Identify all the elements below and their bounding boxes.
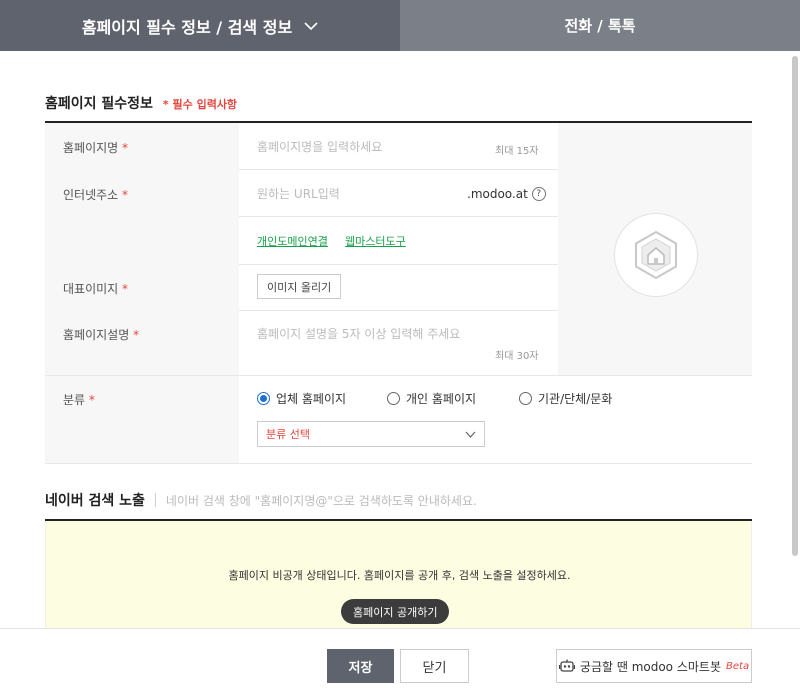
house-icon <box>635 230 677 280</box>
naver-search-header: 네이버 검색 노출 네이버 검색 창에 "홈페이지명@"으로 검색하도록 안내하… <box>45 490 477 510</box>
top-tabs: 홈페이지 필수 정보 / 검색 정보 전화 / 톡톡 <box>0 0 800 51</box>
url-input[interactable]: 원하는 URL입력 <box>257 185 340 202</box>
tab-required-info-label: 홈페이지 필수 정보 / 검색 정보 <box>81 17 293 37</box>
upload-image-button[interactable]: 이미지 올리기 <box>257 274 342 299</box>
beta-badge: Beta <box>726 660 750 672</box>
radio-personal[interactable]: 개인 홈페이지 <box>387 390 476 407</box>
smartbot-label: 궁금할 땐 modoo 스마트봇 <box>579 659 722 674</box>
row-divider <box>239 169 558 170</box>
category-label: 분류 * <box>63 393 95 407</box>
radio-checked-icon <box>257 392 270 405</box>
save-button[interactable]: 저장 <box>327 649 394 683</box>
radio-business[interactable]: 업체 홈페이지 <box>257 390 346 407</box>
tab-phone-talk[interactable]: 전화 / 톡톡 <box>400 0 800 51</box>
url-domain: .modoo.at ? <box>467 187 546 201</box>
required-note: * 필수 입력사항 <box>162 98 238 111</box>
url-label: 인터넷주소 * <box>63 188 129 202</box>
robot-icon <box>558 659 575 672</box>
row-divider <box>239 264 558 265</box>
radio-organization[interactable]: 기관/단체/문화 <box>519 390 612 407</box>
help-icon[interactable]: ? <box>531 187 546 201</box>
divider <box>154 493 156 507</box>
footer-bar: 저장 닫기 궁금할 땐 modoo 스마트봇 Beta <box>0 628 800 699</box>
chevron-down-icon <box>304 21 318 30</box>
row-divider <box>45 375 752 376</box>
radio-unchecked-icon <box>387 392 400 405</box>
smartbot-button[interactable]: 궁금할 땐 modoo 스마트봇 Beta <box>556 649 752 683</box>
name-input[interactable]: 홈페이지명을 입력하세요 <box>257 138 382 155</box>
category-select[interactable]: 분류 선택 <box>257 421 485 447</box>
webmaster-tools-link[interactable]: 웹마스터도구 <box>345 233 406 249</box>
section-title: 홈페이지 필수정보 <box>45 96 153 112</box>
row-divider <box>45 463 752 464</box>
tab-phone-talk-label: 전화 / 톡톡 <box>564 17 636 35</box>
make-public-button[interactable]: 홈페이지 공개하기 <box>341 599 450 624</box>
row-divider <box>239 216 558 217</box>
naver-search-description: 네이버 검색 창에 "홈페이지명@"으로 검색하도록 안내하세요. <box>165 493 477 508</box>
section-header: 홈페이지 필수정보 * 필수 입력사항 <box>45 93 237 113</box>
description-label: 홈페이지설명 * <box>63 328 140 342</box>
description-input[interactable]: 홈페이지 설명을 5자 이상 입력해 주세요 <box>257 325 460 342</box>
personal-domain-link[interactable]: 개인도메인연결 <box>257 233 328 249</box>
notice-text: 홈페이지 비공개 상태입니다. 홈페이지를 공개 후, 검색 노출을 설정하세요… <box>228 569 571 582</box>
naver-search-title: 네이버 검색 노출 <box>45 493 145 509</box>
description-max-length: 최대 30자 <box>495 351 539 362</box>
scrollbar[interactable] <box>792 56 798 556</box>
radio-unchecked-icon <box>519 392 532 405</box>
name-max-length: 최대 15자 <box>495 146 539 157</box>
image-placeholder <box>614 213 698 297</box>
close-button[interactable]: 닫기 <box>400 649 469 683</box>
tab-required-info[interactable]: 홈페이지 필수 정보 / 검색 정보 <box>0 0 400 51</box>
image-preview-area[interactable] <box>558 123 752 375</box>
chevron-down-icon <box>465 431 476 438</box>
name-label: 홈페이지명 * <box>63 141 129 155</box>
row-divider <box>239 310 558 311</box>
naver-notice-box: 홈페이지 비공개 상태입니다. 홈페이지를 공개 후, 검색 노출을 설정하세요… <box>45 521 752 628</box>
image-label: 대표이미지 * <box>63 282 129 296</box>
label-column-category <box>45 376 239 463</box>
